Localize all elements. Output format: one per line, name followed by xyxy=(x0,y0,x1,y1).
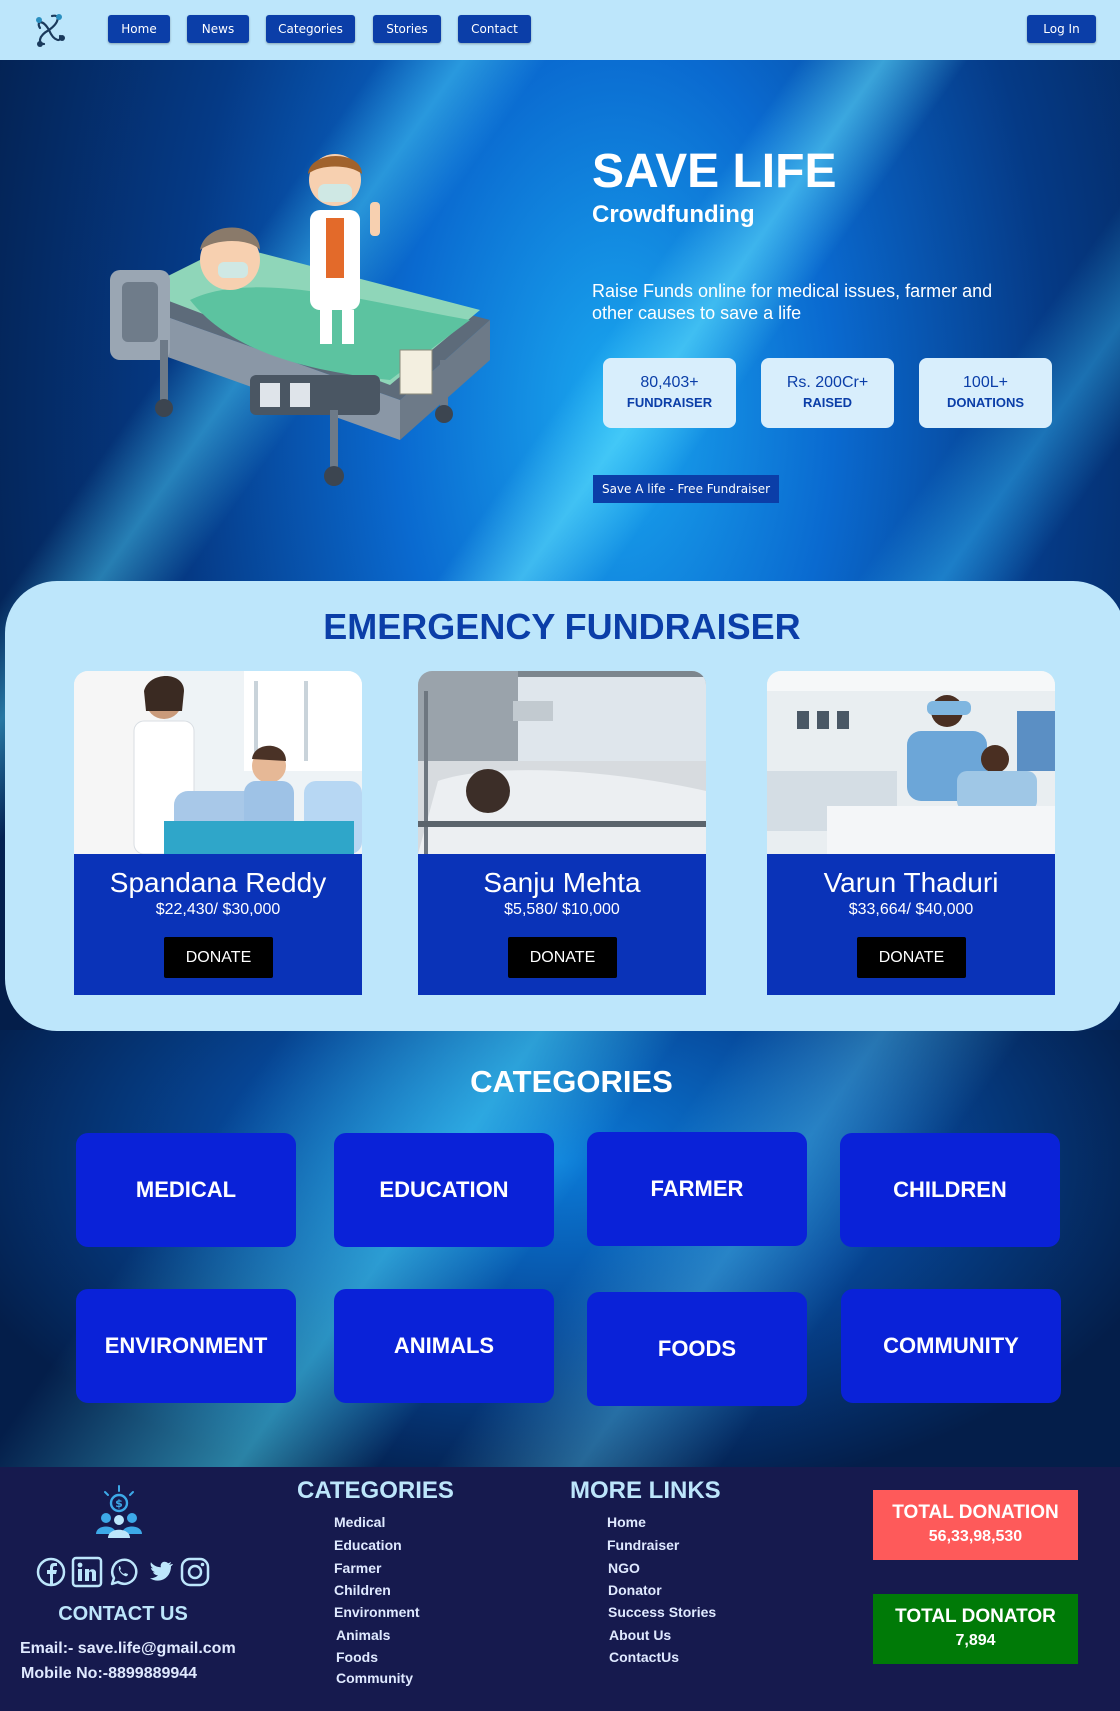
donate-button[interactable]: DONATE xyxy=(857,937,966,978)
card-body: Spandana Reddy $22,430/ $30,000 DONATE xyxy=(74,854,362,995)
nav-contact[interactable]: Contact xyxy=(458,15,531,43)
stat-label: FUNDRAISER xyxy=(626,395,713,410)
total-donator-label: TOTAL DONATOR xyxy=(895,1606,1056,1627)
stat-fundraiser: 80,403+ FUNDRAISER xyxy=(603,358,736,428)
total-donation-box: TOTAL DONATION 56,33,98,530 xyxy=(873,1490,1078,1560)
donate-button[interactable]: DONATE xyxy=(164,937,273,978)
contact-us-title: CONTACT US xyxy=(58,1603,188,1625)
login-button[interactable]: Log In xyxy=(1027,15,1096,43)
category-medical[interactable]: MEDICAL xyxy=(76,1133,296,1247)
fundraiser-card: Varun Thaduri $33,664/ $40,000 DONATE xyxy=(767,671,1055,995)
emergency-title: EMERGENCY FUNDRAISER xyxy=(323,606,801,647)
raised-amount: $33,664/ $40,000 xyxy=(848,901,974,918)
hospital-bed-illustration xyxy=(110,154,490,486)
patient-name: Sanju Mehta xyxy=(483,867,641,898)
footer-link[interactable]: Fundraiser xyxy=(607,1537,679,1553)
category-farmer[interactable]: FARMER xyxy=(587,1132,807,1246)
fundraiser-card: Spandana Reddy $22,430/ $30,000 DONATE xyxy=(74,671,362,995)
hero-subtitle: Crowdfunding xyxy=(592,201,755,228)
hero-description: Raise Funds online for medical issues, f… xyxy=(592,281,993,323)
category-children[interactable]: CHILDREN xyxy=(840,1133,1060,1247)
patient-photo xyxy=(418,671,706,854)
total-donator-value: 7,894 xyxy=(955,1632,996,1649)
contact-email[interactable]: Email:- save.life@gmail.com xyxy=(20,1640,236,1658)
top-navbar: Home News Categories Stories Contact Log… xyxy=(0,0,1120,60)
card-body: Varun Thaduri $33,664/ $40,000 DONATE xyxy=(767,854,1055,995)
footer-categories-title: CATEGORIES xyxy=(297,1477,454,1504)
stat-value: Rs. 200Cr+ xyxy=(786,374,869,391)
category-foods[interactable]: FOODS xyxy=(587,1292,807,1406)
raised-amount: $5,580/ $10,000 xyxy=(504,901,620,918)
facebook-icon[interactable] xyxy=(35,1556,67,1588)
category-education[interactable]: EDUCATION xyxy=(334,1133,554,1247)
hero-title: SAVE LIFE xyxy=(592,145,837,198)
whatsapp-icon[interactable] xyxy=(107,1556,139,1588)
footer-link[interactable]: Home xyxy=(607,1514,646,1530)
footer-category-link[interactable]: Children xyxy=(334,1582,391,1598)
footer-link[interactable]: ContactUs xyxy=(609,1649,679,1665)
stat-value: 100L+ xyxy=(963,374,1008,391)
footer-link[interactable]: Donator xyxy=(608,1582,662,1598)
stat-value: 80,403+ xyxy=(640,374,699,391)
patient-name: Spandana Reddy xyxy=(109,867,327,898)
instagram-icon[interactable] xyxy=(179,1556,211,1588)
start-fundraiser-button[interactable]: Save A life - Free Fundraiser xyxy=(593,475,779,503)
footer-category-link[interactable]: Environment xyxy=(334,1604,420,1620)
footer-category-link[interactable]: Medical xyxy=(334,1514,385,1530)
total-donator-box: TOTAL DONATOR 7,894 xyxy=(873,1594,1078,1664)
twitter-icon[interactable] xyxy=(143,1556,175,1588)
category-environment[interactable]: ENVIRONMENT xyxy=(76,1289,296,1403)
svg-text:$: $ xyxy=(115,1497,123,1510)
patient-name: Varun Thaduri xyxy=(823,867,999,898)
nav-news[interactable]: News xyxy=(187,15,249,43)
category-animals[interactable]: ANIMALS xyxy=(334,1289,554,1403)
nav-home[interactable]: Home xyxy=(108,15,170,43)
contact-mobile[interactable]: Mobile No:-8899889944 xyxy=(21,1665,197,1683)
categories-title: CATEGORIES xyxy=(470,1064,673,1099)
total-donation-label: TOTAL DONATION xyxy=(892,1502,1059,1523)
footer-category-link[interactable]: Community xyxy=(336,1670,413,1686)
category-community[interactable]: COMMUNITY xyxy=(841,1289,1061,1403)
donation-people-icon: $ xyxy=(96,1485,142,1538)
footer-link[interactable]: About Us xyxy=(609,1627,671,1643)
footer-link[interactable]: NGO xyxy=(608,1560,640,1576)
raised-amount: $22,430/ $30,000 xyxy=(155,901,281,918)
footer-category-link[interactable]: Animals xyxy=(336,1627,390,1643)
stat-label: RAISED xyxy=(802,395,853,410)
stat-raised: Rs. 200Cr+ RAISED xyxy=(761,358,894,428)
logo-icon[interactable] xyxy=(28,8,70,52)
total-donation-value: 56,33,98,530 xyxy=(928,1528,1023,1545)
nav-categories[interactable]: Categories xyxy=(266,15,355,43)
footer-category-link[interactable]: Education xyxy=(334,1537,402,1553)
footer-category-link[interactable]: Farmer xyxy=(334,1560,381,1576)
stat-label: DONATIONS xyxy=(946,395,1025,410)
footer-link[interactable]: Success Stories xyxy=(608,1604,716,1620)
card-body: Sanju Mehta $5,580/ $10,000 DONATE xyxy=(418,854,706,995)
stat-donations: 100L+ DONATIONS xyxy=(919,358,1052,428)
more-links-title: MORE LINKS xyxy=(570,1477,721,1504)
patient-photo xyxy=(767,671,1055,854)
nav-stories[interactable]: Stories xyxy=(373,15,441,43)
donate-button[interactable]: DONATE xyxy=(508,937,617,978)
fundraiser-card: Sanju Mehta $5,580/ $10,000 DONATE xyxy=(418,671,706,995)
linkedin-icon[interactable] xyxy=(71,1556,103,1588)
patient-photo xyxy=(74,671,362,854)
footer-category-link[interactable]: Foods xyxy=(336,1649,378,1665)
